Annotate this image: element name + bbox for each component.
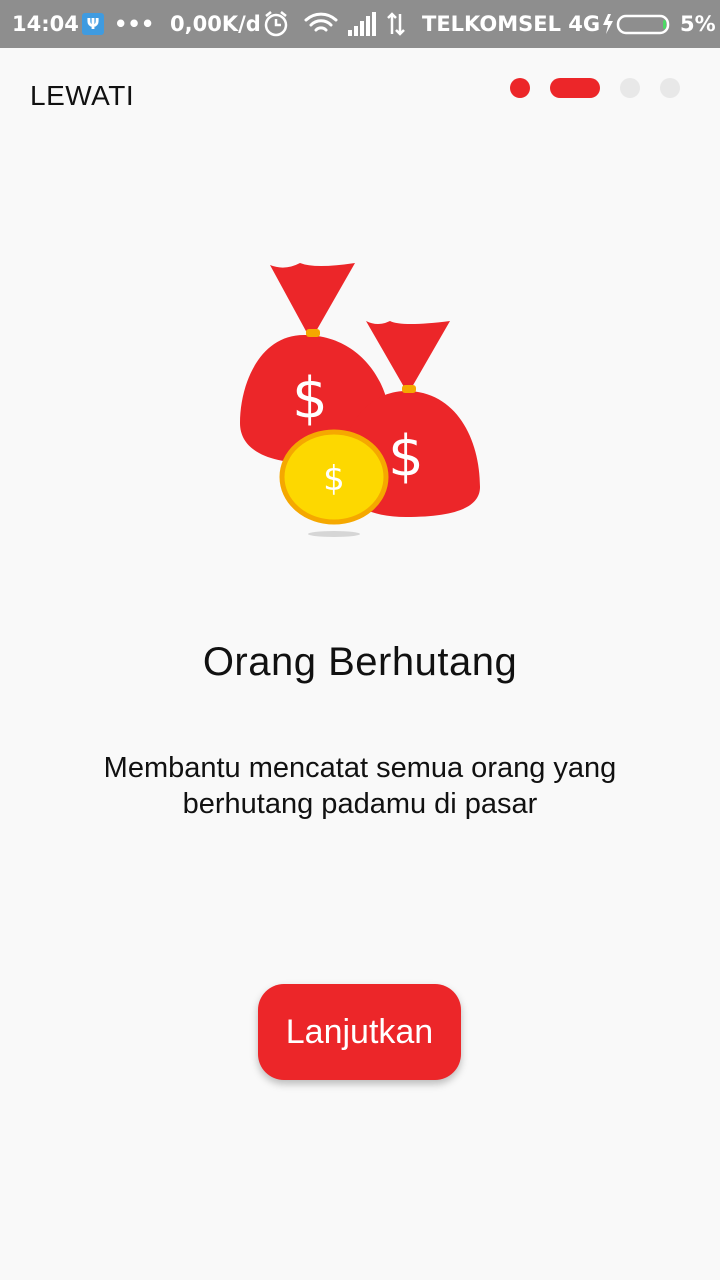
status-icons [262, 10, 412, 43]
alarm-icon [264, 11, 288, 37]
coin-dollar: $ [323, 459, 345, 499]
page-indicator-dot-4 [660, 78, 680, 98]
signal-icon [348, 12, 376, 36]
battery-percent: 5% [680, 12, 716, 36]
bag-left-dollar: $ [292, 366, 328, 431]
status-bar: 14:04 Ψ ••• 0,00K/d TELKOMSEL 4G 5% [0, 0, 720, 48]
status-time: 14:04 [12, 12, 79, 36]
page-indicator-dot-2 [550, 78, 600, 98]
carrier-label: TELKOMSEL 4G [422, 12, 601, 36]
page-indicator-dot-3 [620, 78, 640, 98]
usb-icon: Ψ [82, 13, 104, 35]
battery-icon [602, 12, 674, 41]
page-title: Orang Berhutang [202, 640, 518, 684]
charging-icon [603, 14, 613, 34]
wifi-icon [304, 12, 338, 32]
continue-button[interactable]: Lanjutkan [258, 984, 461, 1080]
bag-right-dollar: $ [388, 424, 424, 489]
page-description: Membantu mencatat semua orang yang berhu… [103, 752, 617, 820]
more-notifications-icon: ••• [114, 12, 155, 36]
data-arrows-icon [387, 12, 405, 36]
money-bags-icon: $ $ $ [230, 255, 490, 545]
network-speed: 0,00K/d [170, 12, 261, 36]
illustration-shadow [308, 531, 360, 537]
skip-button[interactable]: LEWATI [30, 80, 134, 112]
page-indicator-dot-1 [510, 78, 530, 98]
